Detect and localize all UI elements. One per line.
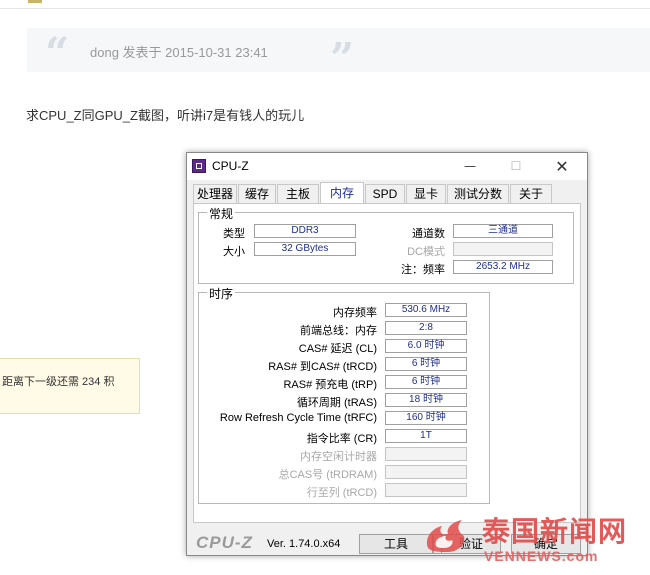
quote-open-icon: “ <box>45 28 70 77</box>
tab-memory[interactable]: 内存 <box>320 182 364 204</box>
quote-author-text: dong 发表于 2015-10-31 23:41 <box>90 45 268 60</box>
timing-value: 6 时钟 <box>385 375 467 389</box>
timing-label: 指令比率 (CR) <box>306 433 377 445</box>
timing-label: 前端总线：内存 <box>300 325 377 337</box>
nb-frequency-label: 注：频率 <box>401 264 445 276</box>
cpuz-footer-logo: CPU-Z <box>196 533 253 552</box>
dc-mode-label: DC模式 <box>407 246 445 258</box>
tab-graphics[interactable]: 显卡 <box>406 184 446 203</box>
timing-label: RAS# 到CAS# (tRCD) <box>268 361 377 373</box>
timing-label: 行至列 (tRCD) <box>306 487 377 499</box>
dc-mode-value <box>453 242 553 256</box>
close-button[interactable]: ✕ <box>539 153 585 180</box>
timing-value: 2:8 <box>385 321 467 335</box>
level-tooltip: 距离下一级还需 234 积 <box>0 358 140 414</box>
post-body-text: 求CPU_Z同GPU_Z截图，听讲i7是有钱人的玩儿 <box>26 108 305 123</box>
general-group: 常规 类型 DDR3 大小 32 GBytes 通道数 三通道 DC模式 注：频… <box>198 205 574 284</box>
timing-value: 6 时钟 <box>385 357 467 371</box>
timing-value <box>385 483 467 497</box>
timing-value <box>385 465 467 479</box>
timing-label: 内存空闲计时器 <box>300 451 377 463</box>
nb-frequency-value: 2653.2 MHz <box>453 260 553 274</box>
window-title: CPU-Z <box>212 159 249 173</box>
timing-label: CAS# 延迟 (CL) <box>298 343 377 355</box>
timing-value <box>385 447 467 461</box>
top-divider <box>0 8 650 9</box>
timing-value: 160 时钟 <box>385 411 467 425</box>
timing-label: 总CAS号 (tRDRAM) <box>278 469 377 481</box>
timing-label: Row Refresh Cycle Time (tRFC) <box>219 412 377 424</box>
timings-group-title: 时序 <box>207 285 236 302</box>
watermark-cn-text: 泰国新闻网 <box>482 515 628 548</box>
tab-bench[interactable]: 测试分数 <box>447 184 509 203</box>
cpuz-app-icon <box>192 159 206 173</box>
timing-value: 530.6 MHz <box>385 303 467 317</box>
type-value: DDR3 <box>254 224 356 238</box>
flame-logo-icon <box>426 520 465 552</box>
timing-value: 1T <box>385 429 467 443</box>
timing-label: 循环周期 (tRAS) <box>296 397 377 409</box>
maximize-button[interactable]: ☐ <box>493 153 539 180</box>
timings-group: 时序 内存频率 530.6 MHz 前端总线：内存 2:8 CAS# 延迟 (C… <box>198 285 490 504</box>
tools-button-label: 工具 <box>383 537 408 551</box>
memory-panel: 常规 类型 DDR3 大小 32 GBytes 通道数 三通道 DC模式 注：频… <box>193 203 581 523</box>
channels-label: 通道数 <box>412 228 445 240</box>
tab-about[interactable]: 关于 <box>510 184 552 203</box>
channels-value: 三通道 <box>453 224 553 238</box>
quote-close-icon: ” <box>330 34 355 83</box>
size-value: 32 GBytes <box>254 242 356 256</box>
top-accent-mark <box>28 0 42 3</box>
version-text: Ver. 1.74.0.x64 <box>267 538 341 550</box>
type-label: 类型 <box>223 228 245 240</box>
watermark-en-text: VENNEWS.com <box>484 548 599 564</box>
tab-spd[interactable]: SPD <box>365 184 405 203</box>
timing-label: RAS# 预充电 (tRP) <box>283 379 377 391</box>
timing-value: 6.0 时钟 <box>385 339 467 353</box>
quote-block: “ dong 发表于 2015-10-31 23:41 ” <box>27 28 650 80</box>
tab-cache[interactable]: 缓存 <box>238 184 276 203</box>
general-group-title: 常规 <box>207 205 236 222</box>
cpuz-window: CPU-Z — ☐ ✕ 处理器 缓存 主板 内存 SPD 显卡 测试分数 关于 … <box>186 152 588 556</box>
minimize-button[interactable]: — <box>447 153 493 180</box>
size-label: 大小 <box>223 246 245 258</box>
timing-label: 内存频率 <box>333 307 377 319</box>
tab-processor[interactable]: 处理器 <box>193 184 237 203</box>
site-watermark: 泰国新闻网 VENNEWS.com <box>412 508 650 575</box>
timing-value: 18 时钟 <box>385 393 467 407</box>
tab-mainboard[interactable]: 主板 <box>277 184 319 203</box>
title-bar[interactable]: CPU-Z — ☐ ✕ <box>187 153 587 180</box>
tooltip-text: 距离下一级还需 234 积 <box>2 376 115 388</box>
